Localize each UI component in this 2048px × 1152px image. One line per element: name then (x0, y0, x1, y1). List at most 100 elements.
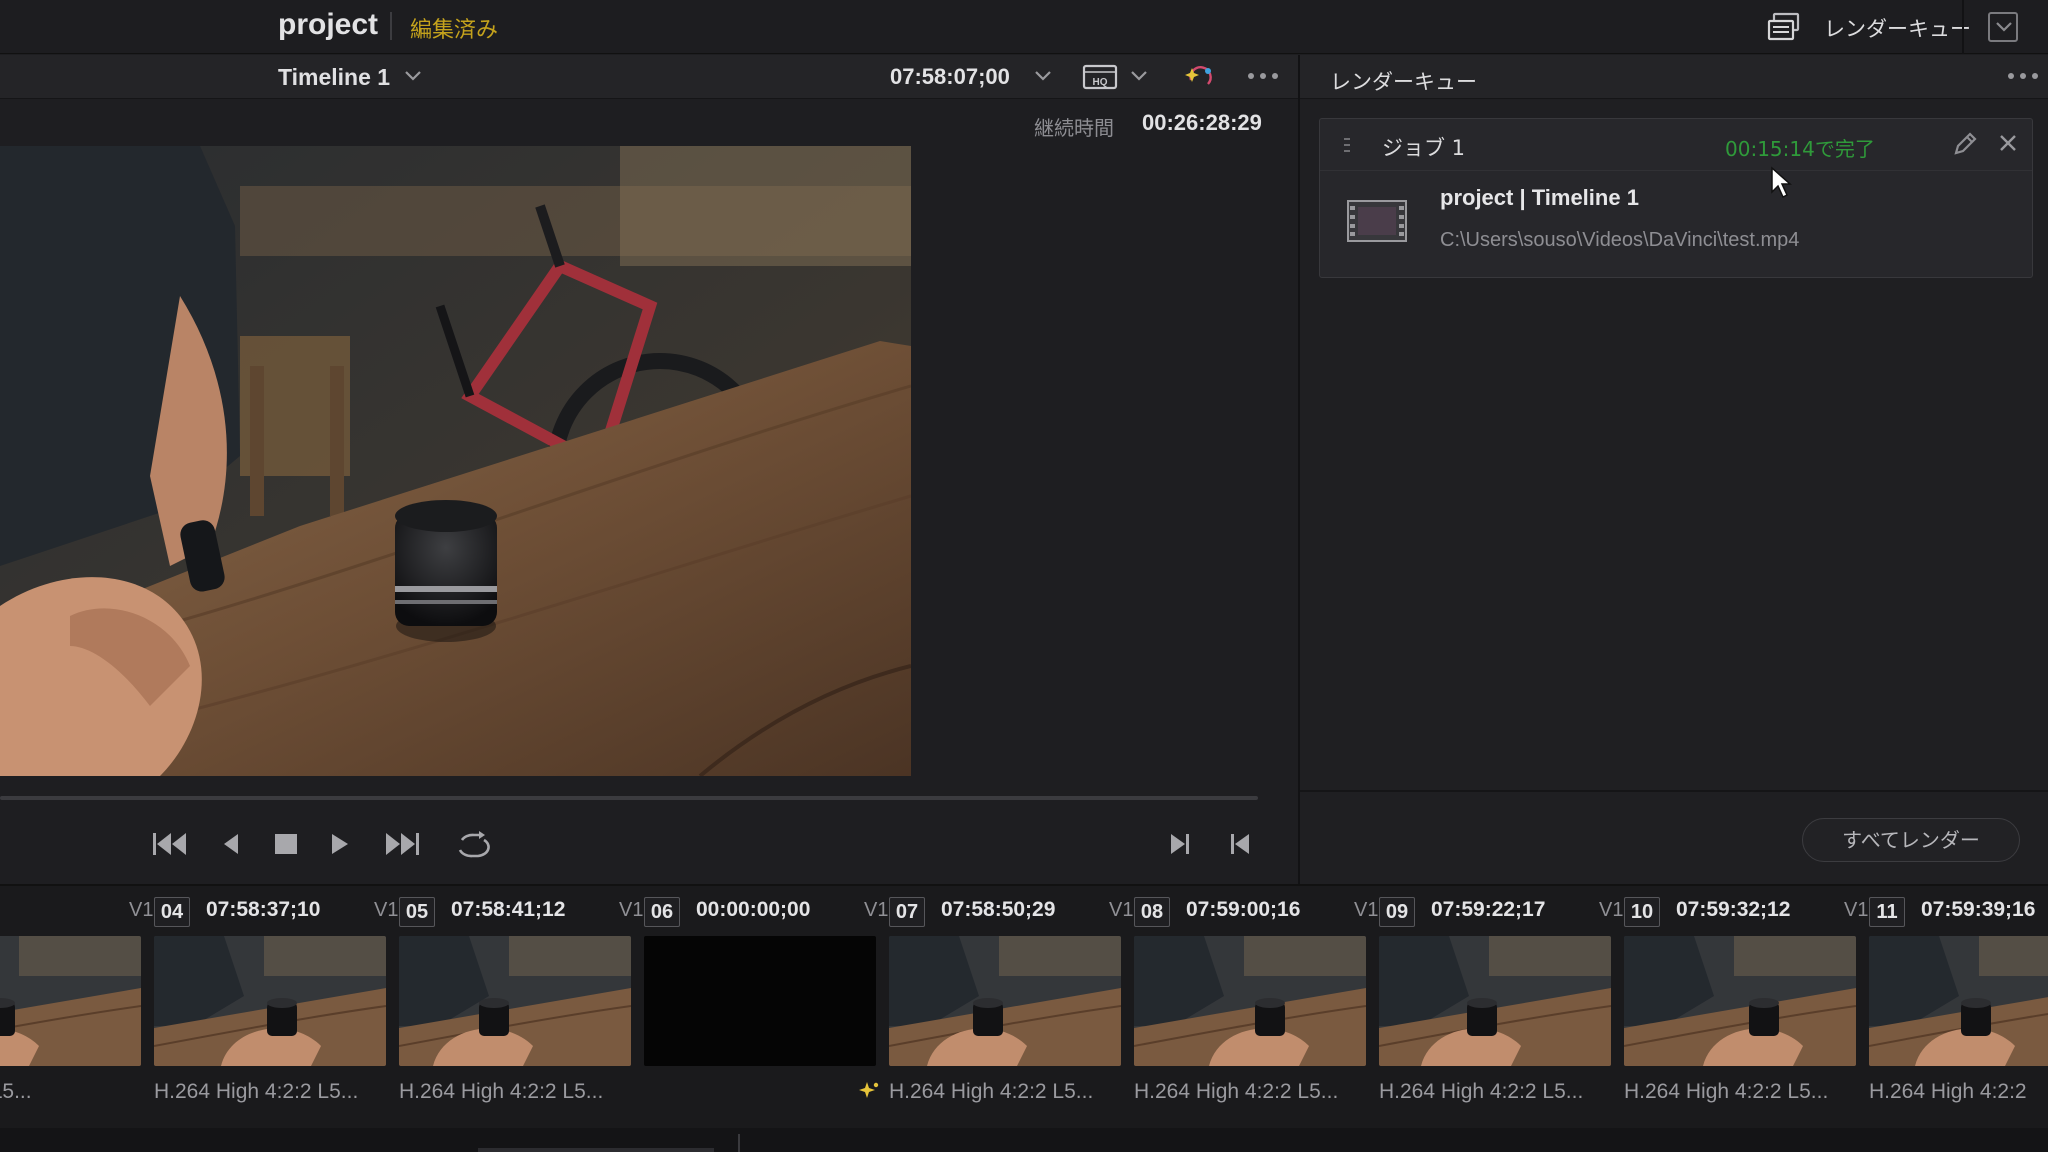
clip-codec: H.264 High 4:2:2 L5... (1379, 1080, 1584, 1103)
clip-number: 05 (399, 897, 435, 927)
clip-thumbnail[interactable] (1134, 936, 1366, 1066)
render-queue-icon[interactable] (1766, 12, 1802, 42)
job-title: project | Timeline 1 (1440, 185, 1639, 210)
clip-track: V1 (1354, 899, 1379, 921)
playback-quality-icon[interactable]: HQ (1082, 64, 1118, 90)
render-job-header: ジョブ 1 00:15:14で完了 (1320, 119, 2032, 171)
panel-collapse-button[interactable] (1988, 12, 2018, 42)
prev-clip-button[interactable] (1216, 830, 1264, 874)
video-file-icon (1347, 200, 1407, 242)
stop-icon (275, 834, 297, 854)
job-output-path: C:\Users\souso\Videos\DaVinci\test.mp4 (1440, 229, 1800, 251)
clip-track: V1 (1109, 899, 1134, 921)
clip-timecode: 07:59:22;17 (1431, 898, 1546, 921)
close-icon[interactable] (1998, 133, 2018, 153)
drag-handle-icon[interactable] (1342, 137, 1352, 153)
timeline-selector[interactable]: Timeline 1 (278, 64, 390, 91)
clip-thumbnail[interactable] (1869, 936, 2048, 1066)
clip-timecode: 07:59:32;12 (1676, 898, 1791, 921)
clip-thumbnail[interactable] (399, 936, 631, 1066)
viewer-scrubber[interactable] (0, 796, 1258, 800)
loop-icon (458, 831, 490, 858)
title-divider (390, 12, 392, 40)
clip-number: 08 (1134, 897, 1170, 927)
clip-item[interactable]: 11 07:59:39;16 H.264 High 4:2:2 (1869, 886, 2048, 1116)
project-name: project (278, 8, 379, 41)
clip-codec: gh 4:2:2 L5... (0, 1080, 32, 1103)
render-queue-title: レンダーキュー (1330, 70, 1477, 94)
sparkle-icon (859, 1082, 879, 1098)
reverse-play-icon (224, 834, 238, 854)
svg-text:HQ: HQ (1093, 77, 1108, 88)
more-options-icon[interactable] (2006, 71, 2040, 81)
chevron-down-icon (1996, 22, 2012, 32)
job-eta: 00:15:14で完了 (1725, 137, 1875, 161)
jump-to-end-button[interactable] (378, 830, 426, 874)
clip-codec: H.264 High 4:2:2 L5... (1624, 1080, 1829, 1103)
clip-thumbnail[interactable] (889, 936, 1121, 1066)
transport-controls (0, 820, 1298, 884)
play-icon (332, 834, 348, 854)
clip-track: V1 (1844, 899, 1869, 921)
clip-item[interactable]: 09 07:59:22;17 V1 H.264 High 4:2:2 L5... (1379, 886, 1624, 1116)
color-magic-icon[interactable] (1182, 60, 1216, 94)
duration-row: 継続時間 00:26:28:29 (0, 100, 1298, 146)
timecode-display[interactable]: 07:58:07;00 (890, 64, 1010, 90)
clip-thumbnail[interactable] (154, 936, 386, 1066)
clip-item[interactable]: 04 07:58:37;10 V1 H.264 High 4:2:2 L5... (154, 886, 399, 1116)
next-clip-button[interactable] (1156, 830, 1204, 874)
scroll-marker (738, 1134, 740, 1152)
clip-thumbnail[interactable] (1624, 936, 1856, 1066)
clip-timecode: 07:58:41;12 (451, 898, 566, 921)
video-viewer[interactable] (0, 146, 1298, 776)
clips-strip: 58:26;04V1gh 4:2:2 L5...0407:58:37;10V1H… (0, 884, 2048, 1152)
jump-to-start-button[interactable] (146, 830, 194, 874)
clip-thumbnail[interactable] (644, 936, 876, 1066)
video-frame (0, 146, 911, 776)
clip-track: V1 (1599, 899, 1624, 921)
clip-track: V1 (864, 899, 889, 921)
more-options-icon[interactable] (1246, 71, 1280, 81)
clip-track: V1 (374, 899, 399, 921)
prev-frame-icon (1231, 834, 1249, 854)
divider (1962, 0, 1964, 54)
mouse-cursor-icon (1771, 166, 1792, 199)
chevron-down-icon[interactable] (404, 69, 422, 83)
clip-track: V1 (129, 899, 154, 921)
play-button[interactable] (316, 830, 364, 874)
render-all-button[interactable]: すべてレンダー (1802, 818, 2020, 862)
clip-item[interactable]: 07 07:58:50;29 V1 H.264 High 4:2:2 L5... (889, 886, 1134, 1116)
stop-button[interactable] (262, 830, 310, 874)
edit-pencil-icon[interactable] (1952, 131, 1978, 157)
project-status: 編集済み (410, 18, 499, 43)
chevron-down-icon[interactable] (1034, 69, 1052, 83)
render-job-card[interactable]: ジョブ 1 00:15:14で完了 project | Timeline 1 C… (1319, 118, 2033, 278)
clip-thumbnail[interactable] (1379, 936, 1611, 1066)
loop-button[interactable] (448, 830, 496, 874)
clip-number: 11 (1869, 897, 1905, 927)
clip-timecode: 07:58:50;29 (941, 898, 1056, 921)
top-bar: project 編集済み レンダーキュー (0, 0, 2048, 54)
duration-value: 00:26:28:29 (1142, 110, 1262, 135)
clip-item[interactable]: 08 07:59:00;16 V1 H.264 High 4:2:2 L5... (1134, 886, 1379, 1116)
clip-number: 06 (644, 897, 680, 927)
clip-item[interactable]: 10 07:59:32;12 V1 H.264 High 4:2:2 L5... (1624, 886, 1869, 1116)
chevron-down-icon[interactable] (1130, 69, 1148, 83)
clip-codec: H.264 High 4:2:2 L5... (889, 1080, 1094, 1103)
render-queue-body: ジョブ 1 00:15:14で完了 project | Timeline 1 C… (1300, 100, 2048, 790)
clip-item[interactable]: 58:26;04V1gh 4:2:2 L5... (0, 886, 154, 1116)
clip-number: 09 (1379, 897, 1415, 927)
render-queue-footer: すべてレンダー (1300, 790, 2048, 884)
bottom-bar (0, 1128, 2048, 1152)
step-back-button[interactable] (206, 830, 254, 874)
clip-codec: H.264 High 4:2:2 L5... (154, 1080, 359, 1103)
clip-codec: H.264 High 4:2:2 L5... (1134, 1080, 1339, 1103)
next-frame-icon (1171, 834, 1189, 854)
clip-item[interactable]: 05 07:58:41;12 V1 H.264 High 4:2:2 L5... (399, 886, 644, 1116)
scroll-track[interactable] (478, 1148, 714, 1152)
clip-thumbnail[interactable] (0, 936, 141, 1066)
clip-item[interactable]: 06 00:00:00;00 V1 (644, 886, 889, 1116)
clip-timecode: 07:58:37;10 (206, 898, 321, 921)
render-queue-toggle[interactable]: レンダーキュー (1824, 13, 1971, 43)
render-queue-header: レンダーキュー (1300, 55, 2048, 99)
